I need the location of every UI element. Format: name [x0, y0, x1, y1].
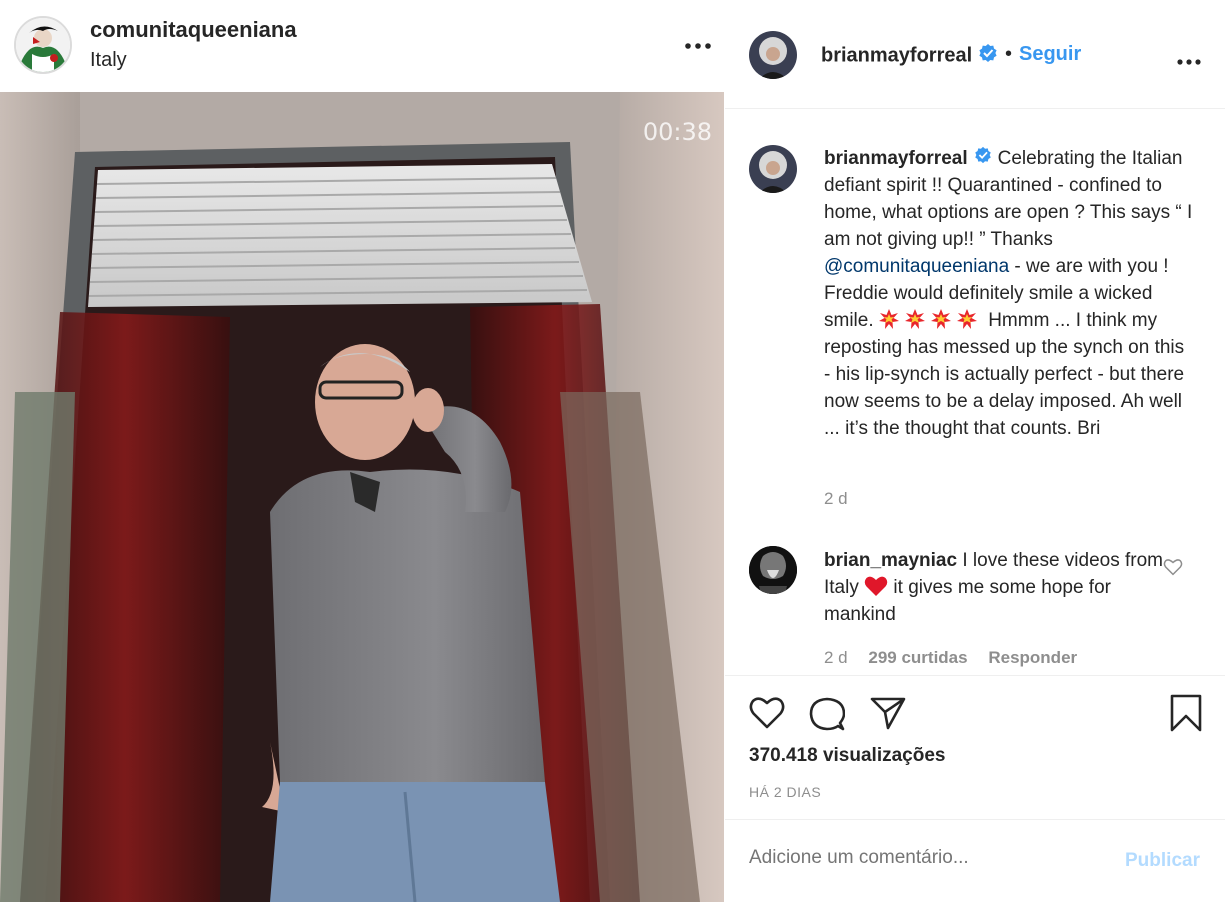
more-options-icon[interactable] — [1177, 44, 1201, 70]
author-username-row: brianmayforreal — [821, 43, 998, 69]
collision-emoji-icon — [956, 309, 977, 330]
video-frame — [0, 92, 724, 902]
caption-mention-link[interactable]: @comunitaqueeniana — [824, 256, 1009, 277]
commenter-avatar[interactable] — [749, 546, 797, 594]
verified-badge-icon — [978, 43, 998, 69]
follow-button[interactable]: Seguir — [1019, 43, 1081, 66]
add-comment-bar: Publicar — [725, 819, 1225, 902]
post-actions: 370.418 visualizações HÁ 2 DIAS — [725, 675, 1225, 819]
comment-timestamp[interactable]: 2 d — [824, 648, 848, 667]
collision-emoji-icon — [878, 309, 899, 330]
post-caption: brianmayforreal Celebrating the Italian d… — [824, 145, 1194, 442]
caption-timestamp[interactable]: 2 d — [824, 489, 848, 509]
video-post-header: comunitaqueeniana Italy — [0, 0, 724, 92]
publish-button[interactable]: Publicar — [1125, 850, 1200, 872]
verified-badge-icon — [974, 145, 992, 172]
post-details-panel: brianmayforreal • Seguir brianmayforreal… — [725, 0, 1225, 902]
views-count[interactable]: 370.418 visualizações — [749, 745, 945, 767]
caption-author-avatar[interactable] — [749, 145, 797, 193]
author-username[interactable]: brianmayforreal — [821, 44, 972, 66]
post-location[interactable]: Italy — [90, 49, 127, 72]
more-options-icon[interactable] — [684, 28, 712, 54]
video-player[interactable]: 00:38 — [0, 92, 724, 902]
comment-like-heart-icon[interactable] — [1163, 558, 1183, 581]
collision-emoji-icon — [904, 309, 925, 330]
save-bookmark-icon[interactable] — [1169, 694, 1203, 737]
post-avatar[interactable] — [14, 16, 72, 74]
collision-emoji-group — [878, 309, 983, 331]
collision-emoji-icon — [930, 309, 951, 330]
post-date[interactable]: HÁ 2 DIAS — [749, 784, 821, 800]
commenter-username[interactable]: brian_mayniac — [824, 550, 957, 571]
post-username[interactable]: comunitaqueeniana — [90, 17, 297, 43]
share-paper-plane-icon[interactable] — [870, 696, 906, 735]
caption-username[interactable]: brianmayforreal — [824, 148, 968, 169]
comment-bubble-icon[interactable] — [809, 696, 846, 737]
reply-button[interactable]: Responder — [988, 648, 1077, 667]
video-post-panel: comunitaqueeniana Italy 00:38 — [0, 0, 724, 902]
author-avatar[interactable] — [749, 31, 797, 79]
like-heart-icon[interactable] — [749, 696, 785, 735]
comment-likes-count[interactable]: 299 curtidas — [868, 648, 967, 667]
comment-item: brian_mayniac I love these videos from I… — [824, 547, 1164, 628]
red-heart-emoji-icon — [864, 575, 888, 597]
comment-meta: 2 d 299 curtidas Responder — [824, 648, 1093, 668]
video-timer: 00:38 — [642, 118, 712, 146]
comment-input[interactable] — [749, 847, 1089, 869]
header-separator: • — [1005, 43, 1013, 65]
author-header: brianmayforreal • Seguir — [725, 0, 1225, 109]
